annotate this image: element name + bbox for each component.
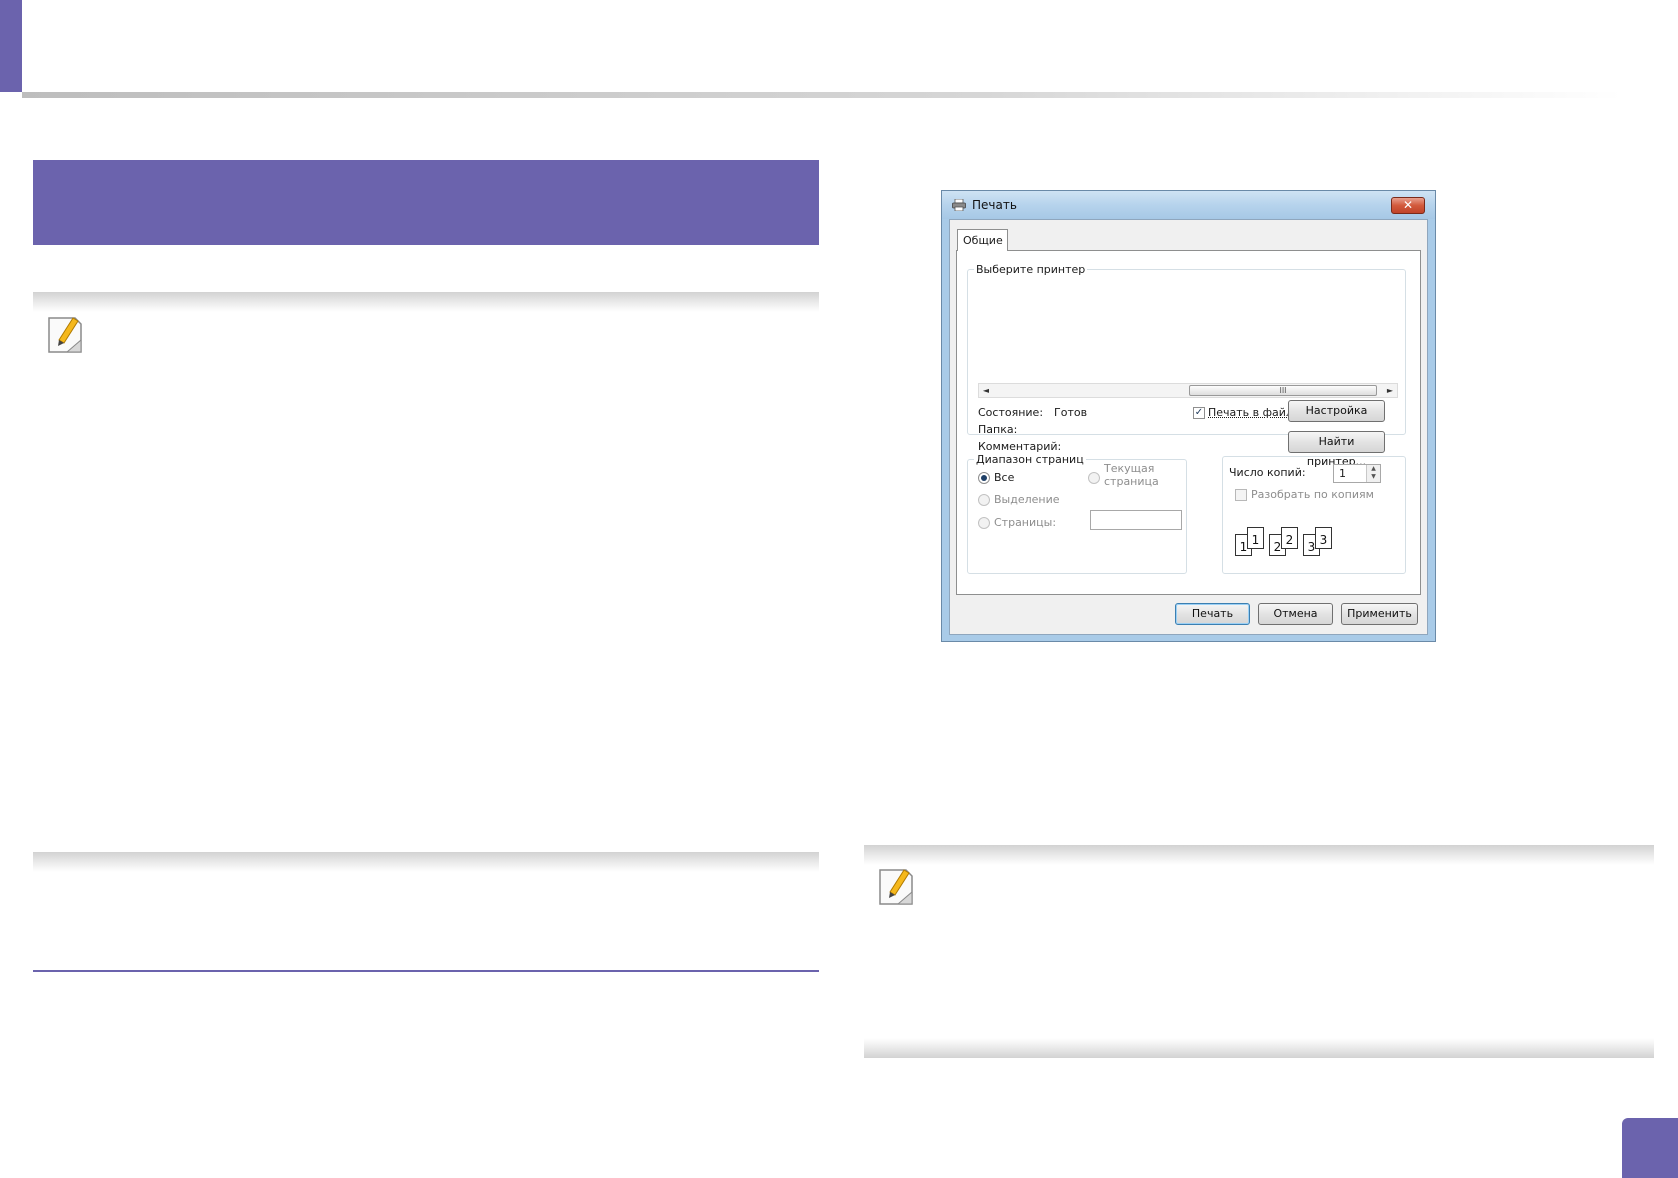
print-button[interactable]: Печать [1175,603,1250,625]
copies-label: Число копий: [1229,466,1306,479]
note-pencil-icon [48,317,82,353]
dialog-titlebar[interactable]: Печать ✕ [942,191,1435,219]
collate-preview: 1 1 2 2 3 3 [1235,524,1345,560]
range-pages-label[interactable]: Страницы: [994,516,1056,529]
folder-label: Папка: [978,423,1018,436]
range-pages-radio[interactable] [978,517,990,529]
cancel-button[interactable]: Отмена [1258,603,1333,625]
close-button[interactable]: ✕ [1391,197,1425,214]
range-current-label-2[interactable]: страница [1104,475,1159,488]
range-current-radio[interactable] [1088,472,1100,484]
status-label: Состояние: [978,406,1044,419]
printer-group: Выберите принтер ◄ III ► Состояние: Гото… [967,263,1406,468]
settings-button[interactable]: Настройка [1288,400,1385,422]
note-bar-bottom-left [33,852,819,872]
print-dialog: Печать ✕ Общие Выберите принтер ◄ III ► … [941,190,1436,642]
section-banner [33,160,819,245]
page-number-tab [1622,1118,1678,1178]
print-to-file-checkbox[interactable]: ✓ [1193,407,1205,419]
collate-page: 3 [1315,527,1332,549]
close-icon: ✕ [1402,198,1414,212]
note-bar-bottom-right [864,1038,1654,1058]
stepper-arrows-icon[interactable]: ▲ ▼ [1366,465,1380,482]
page-range-group: Диапазон страниц Все Текущая страница Вы… [967,453,1187,574]
apply-button[interactable]: Применить [1341,603,1418,625]
header-accent-block [0,0,22,92]
range-selection-radio[interactable] [978,494,990,506]
collate-page: 1 [1247,527,1264,549]
comment-label: Комментарий: [978,440,1062,453]
tab-panel: Выберите принтер ◄ III ► Состояние: Гото… [956,250,1421,595]
copies-value: 1 [1339,467,1346,480]
range-all-radio[interactable] [978,472,990,484]
page-range-legend: Диапазон страниц [976,453,1084,466]
copies-stepper[interactable]: 1 ▲ ▼ [1333,464,1381,483]
copies-group: Число копий: 1 ▲ ▼ Разобрать по копиям 1 … [1222,456,1406,574]
note-bar-top-left [33,292,819,312]
range-current-label-1[interactable]: Текущая [1104,462,1154,475]
pages-input[interactable] [1090,510,1182,530]
dialog-body: Общие Выберите принтер ◄ III ► Состояние… [949,219,1428,635]
printer-icon [952,199,966,211]
status-value: Готов [1054,406,1088,419]
scroll-right-icon[interactable]: ► [1383,384,1397,397]
header-rule [22,92,1622,98]
scroll-left-icon[interactable]: ◄ [979,384,993,397]
find-printer-button[interactable]: Найти принтер... [1288,431,1385,468]
printer-list-scrollbar[interactable]: ◄ III ► [978,383,1398,398]
range-all-label[interactable]: Все [994,471,1014,484]
collate-page: 2 [1281,527,1298,549]
note-pencil-icon [879,869,913,905]
tab-general[interactable]: Общие [957,229,1008,251]
printer-group-legend: Выберите принтер [976,263,1086,276]
scroll-thumb[interactable]: III [1189,385,1377,396]
collate-label[interactable]: Разобрать по копиям [1251,488,1374,501]
section-divider [33,970,819,972]
note-bar-top-right [864,845,1654,865]
collate-checkbox[interactable] [1235,489,1247,501]
print-to-file-label[interactable]: Печать в файл [1208,406,1293,419]
range-selection-label[interactable]: Выделение [994,493,1060,506]
dialog-title: Печать [972,198,1017,212]
